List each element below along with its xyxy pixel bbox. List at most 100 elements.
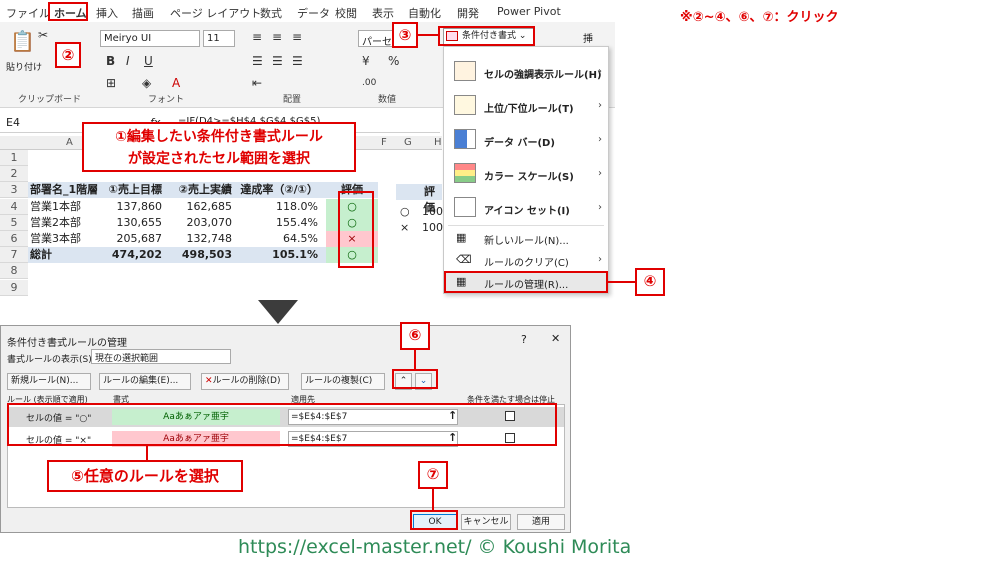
table-cell[interactable]: ①売上目標 [108,182,162,198]
tab-page-layout[interactable]: ページ レイアウト [170,5,261,21]
table-cell[interactable] [162,280,232,296]
table-cell[interactable]: 498,503 [162,247,232,263]
border-icon[interactable]: ⊞ [106,76,116,90]
row-header[interactable]: 4 [0,198,28,215]
table-cell[interactable]: 132,748 [162,231,233,247]
tab-draw[interactable]: 描画 [132,5,154,21]
new-rule-button[interactable]: 新規ルール(N)... [7,373,91,390]
selected-range-highlight [338,191,374,268]
table-cell[interactable]: 203,070 [162,215,233,231]
tab-review[interactable]: 校閲 [335,5,357,21]
help-button[interactable]: ? [521,333,527,346]
table-cell[interactable]: 137,860 [108,199,163,215]
tab-view[interactable]: 表示 [372,5,394,21]
duplicate-rule-button[interactable]: ルールの複製(C) [301,373,385,390]
percent-icon[interactable]: % [388,54,399,68]
table-cell[interactable]: 155.4% [232,215,318,231]
menu-item-clear-rules[interactable]: ⌫ ルールのクリア(C) › [444,251,608,271]
align-top-icon[interactable]: ≡ [252,30,262,44]
delete-rule-button[interactable]: ✕ルールの削除(D) [201,373,289,390]
italic-icon[interactable]: I [126,54,130,68]
indent-icon[interactable]: ⇤ [252,76,262,90]
table-cell[interactable]: 64.5% [232,231,318,247]
table-cell[interactable]: 130,655 [108,215,163,231]
cancel-button[interactable]: キャンセル [461,514,511,530]
row-header[interactable]: 1 [0,150,28,166]
tab-data[interactable]: データ [297,5,330,21]
table-cell[interactable]: 総計 [30,247,108,263]
align-bottom-icon[interactable]: ≡ [292,30,302,44]
apply-button[interactable]: 適用 [517,514,565,530]
close-button[interactable]: ✕ [551,332,560,345]
row-header[interactable]: 9 [0,279,28,296]
tab-formulas[interactable]: 数式 [260,5,282,21]
column-header-h[interactable]: H [434,137,442,148]
menu-item-top-bottom[interactable]: 上位/下位ルール(T) › [444,89,608,121]
fill-color-icon[interactable]: ◈ [142,76,151,90]
paste-label[interactable]: 貼り付け [6,60,42,73]
font-name-select[interactable]: Meiryo UI [100,30,200,47]
table-cell[interactable]: 205,687 [108,231,163,247]
decimal-increase-icon[interactable]: .00 [362,76,376,90]
underline-icon[interactable]: U [144,54,153,68]
table-cell[interactable]: ②売上実績 [162,182,232,198]
menu-item-new-rule[interactable]: ▦ 新しいルール(N)... [444,229,608,249]
table-cell[interactable] [30,263,108,279]
table-cell[interactable]: 474,202 [108,247,162,263]
align-center-icon[interactable]: ☰ [272,54,283,68]
table-cell[interactable]: 達成率（②/①） [232,182,318,198]
tab-file[interactable]: ファイル [6,5,50,21]
ok-highlight [410,510,458,530]
align-middle-icon[interactable]: ≡ [272,30,282,44]
menu-item-data-bars[interactable]: データ バー(D) › [444,123,608,155]
table-cell[interactable]: 部署名_1階層 [30,182,108,198]
edit-rule-button[interactable]: ルールの編集(E)... [99,373,191,390]
menu-item-icon-sets[interactable]: アイコン セット(I) › [444,191,608,223]
show-rules-select[interactable]: 現在の選択範囲 [91,349,231,364]
table-cell[interactable] [30,280,108,296]
column-header-g[interactable]: G [404,137,412,148]
currency-icon[interactable]: ¥ [362,54,370,68]
bold-icon[interactable]: B [106,54,115,68]
table-cell[interactable] [326,280,378,296]
tab-developer[interactable]: 開発 [457,5,479,21]
side-table-cell[interactable]: 100 [422,205,443,218]
align-left-icon[interactable]: ☰ [252,54,263,68]
table-cell[interactable] [162,263,232,279]
table-cell[interactable]: 営業2本部 [30,215,108,231]
insert-cells-button[interactable]: 挿 [583,30,593,45]
tab-insert[interactable]: 挿入 [96,5,118,21]
column-header-f[interactable]: F [381,137,387,148]
align-right-icon[interactable]: ☰ [292,54,303,68]
column-header-a[interactable]: A [66,137,73,148]
table-cell[interactable]: 105.1% [232,247,318,263]
eraser-icon: ⌫ [456,253,472,266]
paste-icon[interactable]: 📋 [10,31,35,51]
table-cell[interactable] [232,280,318,296]
table-cell[interactable] [108,263,162,279]
row-header[interactable]: 5 [0,214,28,231]
row-header[interactable]: 3 [0,182,28,199]
row-header[interactable]: 2 [0,166,28,183]
side-table-cell[interactable]: 100 [422,221,443,234]
table-cell[interactable] [108,280,162,296]
table-cell[interactable]: 営業3本部 [30,231,108,247]
table-cell[interactable]: 118.0% [232,199,318,215]
menu-item-label: ルールのクリア(C) [484,258,569,269]
font-color-icon[interactable]: A [172,76,180,90]
table-cell[interactable]: 162,685 [162,199,233,215]
row-header[interactable]: 7 [0,247,28,264]
side-table-cell[interactable]: ○ [400,205,410,218]
tab-automate[interactable]: 自動化 [408,5,441,21]
tab-power-pivot[interactable]: Power Pivot [497,5,561,18]
side-table-cell[interactable]: × [400,221,409,234]
cut-icon[interactable]: ✂ [38,28,48,42]
row-header[interactable]: 8 [0,263,28,280]
menu-item-highlight-rules[interactable]: セルの強調表示ルール(H) › [444,55,608,87]
row-header[interactable]: 6 [0,231,28,247]
table-cell[interactable]: 営業1本部 [30,199,108,215]
font-size-select[interactable]: 11 [203,30,235,47]
table-cell[interactable] [232,263,318,279]
menu-item-color-scales[interactable]: カラー スケール(S) › [444,157,608,189]
name-box[interactable]: E4 [6,116,20,129]
